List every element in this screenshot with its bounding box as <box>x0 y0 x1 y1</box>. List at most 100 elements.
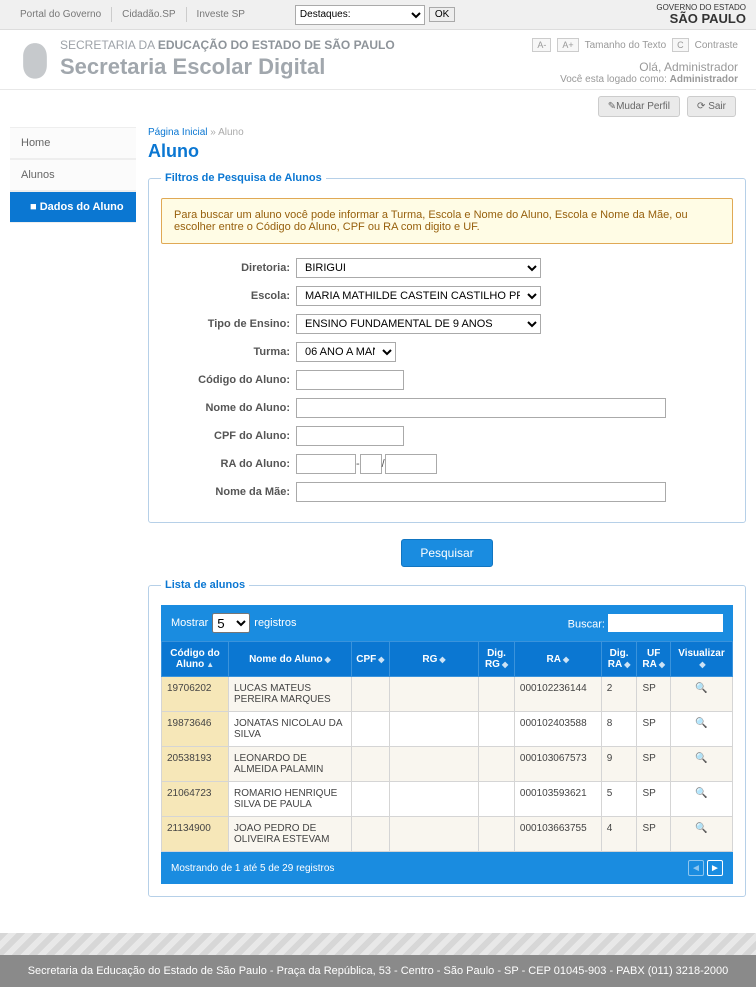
cell-rg <box>389 782 478 817</box>
header: SECRETARIA DA EDUCAÇÃO DO ESTADO DE SÃO … <box>0 30 756 90</box>
visualizar-button[interactable]: 🔍 <box>670 817 732 852</box>
pager: ◄ ► <box>688 860 723 876</box>
magnifier-icon: 🔍 <box>695 753 707 764</box>
cell-codigo: 21064723 <box>162 782 229 817</box>
ra-uf-input[interactable] <box>385 454 437 474</box>
col-rg[interactable]: RG◆ <box>389 642 478 677</box>
mouse-icon <box>18 38 52 82</box>
cell-codigo: 19873646 <box>162 712 229 747</box>
breadcrumb-home[interactable]: Página Inicial <box>148 127 207 138</box>
cell-cpf <box>351 712 389 747</box>
sidebar-item-home[interactable]: Home <box>10 127 136 159</box>
col-ufra[interactable]: UF RA◆ <box>637 642 671 677</box>
sidebar-item-dados-aluno[interactable]: ■ Dados do Aluno <box>10 191 136 223</box>
link-cidadao[interactable]: Cidadão.SP <box>112 7 186 22</box>
nome-aluno-input[interactable] <box>296 398 666 418</box>
sort-icon: ◆ <box>378 657 384 663</box>
cell-digrg <box>479 677 515 712</box>
lista-fieldset: Lista de alunos Mostrar 5 registros Busc… <box>148 579 746 897</box>
cell-nome: JONATAS NICOLAU DA SILVA <box>229 712 352 747</box>
font-increase-button[interactable]: A+ <box>557 38 578 52</box>
nome-mae-input[interactable] <box>296 482 666 502</box>
font-decrease-button[interactable]: A- <box>532 38 551 52</box>
cell-rg <box>389 712 478 747</box>
main-content: Página Inicial » Aluno Aluno Filtros de … <box>148 127 746 913</box>
mostrar-label: Mostrar <box>171 617 208 629</box>
filters-info: Para buscar um aluno você pode informar … <box>161 198 733 244</box>
destaques-select[interactable]: Destaques: <box>295 5 425 25</box>
datatable-info: Mostrando de 1 até 5 de 29 registros <box>171 863 334 874</box>
filters-fieldset: Filtros de Pesquisa de Alunos Para busca… <box>148 172 746 523</box>
label-mae: Nome da Mãe: <box>161 486 296 498</box>
cell-digra: 5 <box>601 782 637 817</box>
cell-ra: 000102236144 <box>514 677 601 712</box>
ra-input[interactable] <box>296 454 356 474</box>
cell-ufra: SP <box>637 817 671 852</box>
cell-ra: 000103067573 <box>514 747 601 782</box>
sidebar-item-alunos[interactable]: Alunos <box>10 159 136 191</box>
sidebar: Home Alunos ■ Dados do Aluno <box>10 127 136 913</box>
page-size-select[interactable]: 5 <box>212 613 250 633</box>
col-cpf[interactable]: CPF◆ <box>351 642 389 677</box>
codigo-aluno-input[interactable] <box>296 370 404 390</box>
accessibility: A- A+ Tamanho do Texto C Contraste <box>532 38 738 52</box>
cell-nome: ROMARIO HENRIQUE SILVA DE PAULA <box>229 782 352 817</box>
datatable-footer: Mostrando de 1 até 5 de 29 registros ◄ ► <box>161 852 733 884</box>
cpf-aluno-input[interactable] <box>296 426 404 446</box>
col-nome[interactable]: Nome do Aluno◆ <box>229 642 352 677</box>
cell-nome: JOAO PEDRO DE OLIVEIRA ESTEVAM <box>229 817 352 852</box>
cell-ufra: SP <box>637 782 671 817</box>
tipo-ensino-select[interactable]: ENSINO FUNDAMENTAL DE 9 ANOS <box>296 314 541 334</box>
topbar: Portal do Governo Cidadão.SP Investe SP … <box>0 0 756 30</box>
top-links: Portal do Governo Cidadão.SP Investe SP <box>10 7 255 22</box>
gov-logo-line2: SÃO PAULO <box>656 12 746 25</box>
cell-codigo: 21134900 <box>162 817 229 852</box>
cell-rg <box>389 747 478 782</box>
label-tipo-ensino: Tipo de Ensino: <box>161 318 296 330</box>
sort-icon: ◆ <box>659 662 665 668</box>
col-digrg[interactable]: Dig. RG◆ <box>479 642 515 677</box>
col-digra[interactable]: Dig. RA◆ <box>601 642 637 677</box>
cell-ufra: SP <box>637 747 671 782</box>
contrast-button[interactable]: C <box>672 38 689 52</box>
turma-select[interactable]: 06 ANO A MANHA <box>296 342 396 362</box>
alunos-table: Código do Aluno▲ Nome do Aluno◆ CPF◆ RG◆… <box>161 641 733 852</box>
cell-digra: 8 <box>601 712 637 747</box>
sair-button[interactable]: ⟳ Sair <box>687 96 736 117</box>
visualizar-button[interactable]: 🔍 <box>670 747 732 782</box>
cell-nome: LUCAS MATEUS PEREIRA MARQUES <box>229 677 352 712</box>
col-ra[interactable]: RA◆ <box>514 642 601 677</box>
registros-label: registros <box>254 617 296 629</box>
col-visualizar[interactable]: Visualizar◆ <box>670 642 732 677</box>
escola-select[interactable]: MARIA MATHILDE CASTEIN CASTILHO PROFESSO… <box>296 286 541 306</box>
cell-cpf <box>351 782 389 817</box>
destaques-group: Destaques: OK <box>295 5 455 25</box>
pager-next-button[interactable]: ► <box>707 860 723 876</box>
magnifier-icon: 🔍 <box>695 718 707 729</box>
visualizar-button[interactable]: 🔍 <box>670 677 732 712</box>
cell-ra: 000102403588 <box>514 712 601 747</box>
cell-cpf <box>351 677 389 712</box>
link-portal[interactable]: Portal do Governo <box>10 7 112 22</box>
cell-digrg <box>479 782 515 817</box>
text-size-label: Tamanho do Texto <box>585 40 667 51</box>
diretoria-select[interactable]: BIRIGUI <box>296 258 541 278</box>
visualizar-button[interactable]: 🔍 <box>670 712 732 747</box>
ra-digito-input[interactable] <box>360 454 382 474</box>
greeting: Olá, Administrador <box>532 60 738 74</box>
pager-prev-button[interactable]: ◄ <box>688 860 704 876</box>
mudar-perfil-button[interactable]: ✎Mudar Perfil <box>598 96 680 117</box>
visualizar-button[interactable]: 🔍 <box>670 782 732 817</box>
label-ra: RA do Aluno: <box>161 458 296 470</box>
header-right: A- A+ Tamanho do Texto C Contraste Olá, … <box>532 38 738 85</box>
pesquisar-button[interactable]: Pesquisar <box>401 539 492 567</box>
col-codigo[interactable]: Código do Aluno▲ <box>162 642 229 677</box>
sort-icon: ▲ <box>206 662 214 668</box>
cell-ra: 000103663755 <box>514 817 601 852</box>
label-cpf: CPF do Aluno: <box>161 430 296 442</box>
label-nome: Nome do Aluno: <box>161 402 296 414</box>
link-investe[interactable]: Investe SP <box>187 7 255 22</box>
filters-legend: Filtros de Pesquisa de Alunos <box>161 172 326 184</box>
destaques-ok-button[interactable]: OK <box>429 7 455 22</box>
search-input[interactable] <box>608 614 723 632</box>
